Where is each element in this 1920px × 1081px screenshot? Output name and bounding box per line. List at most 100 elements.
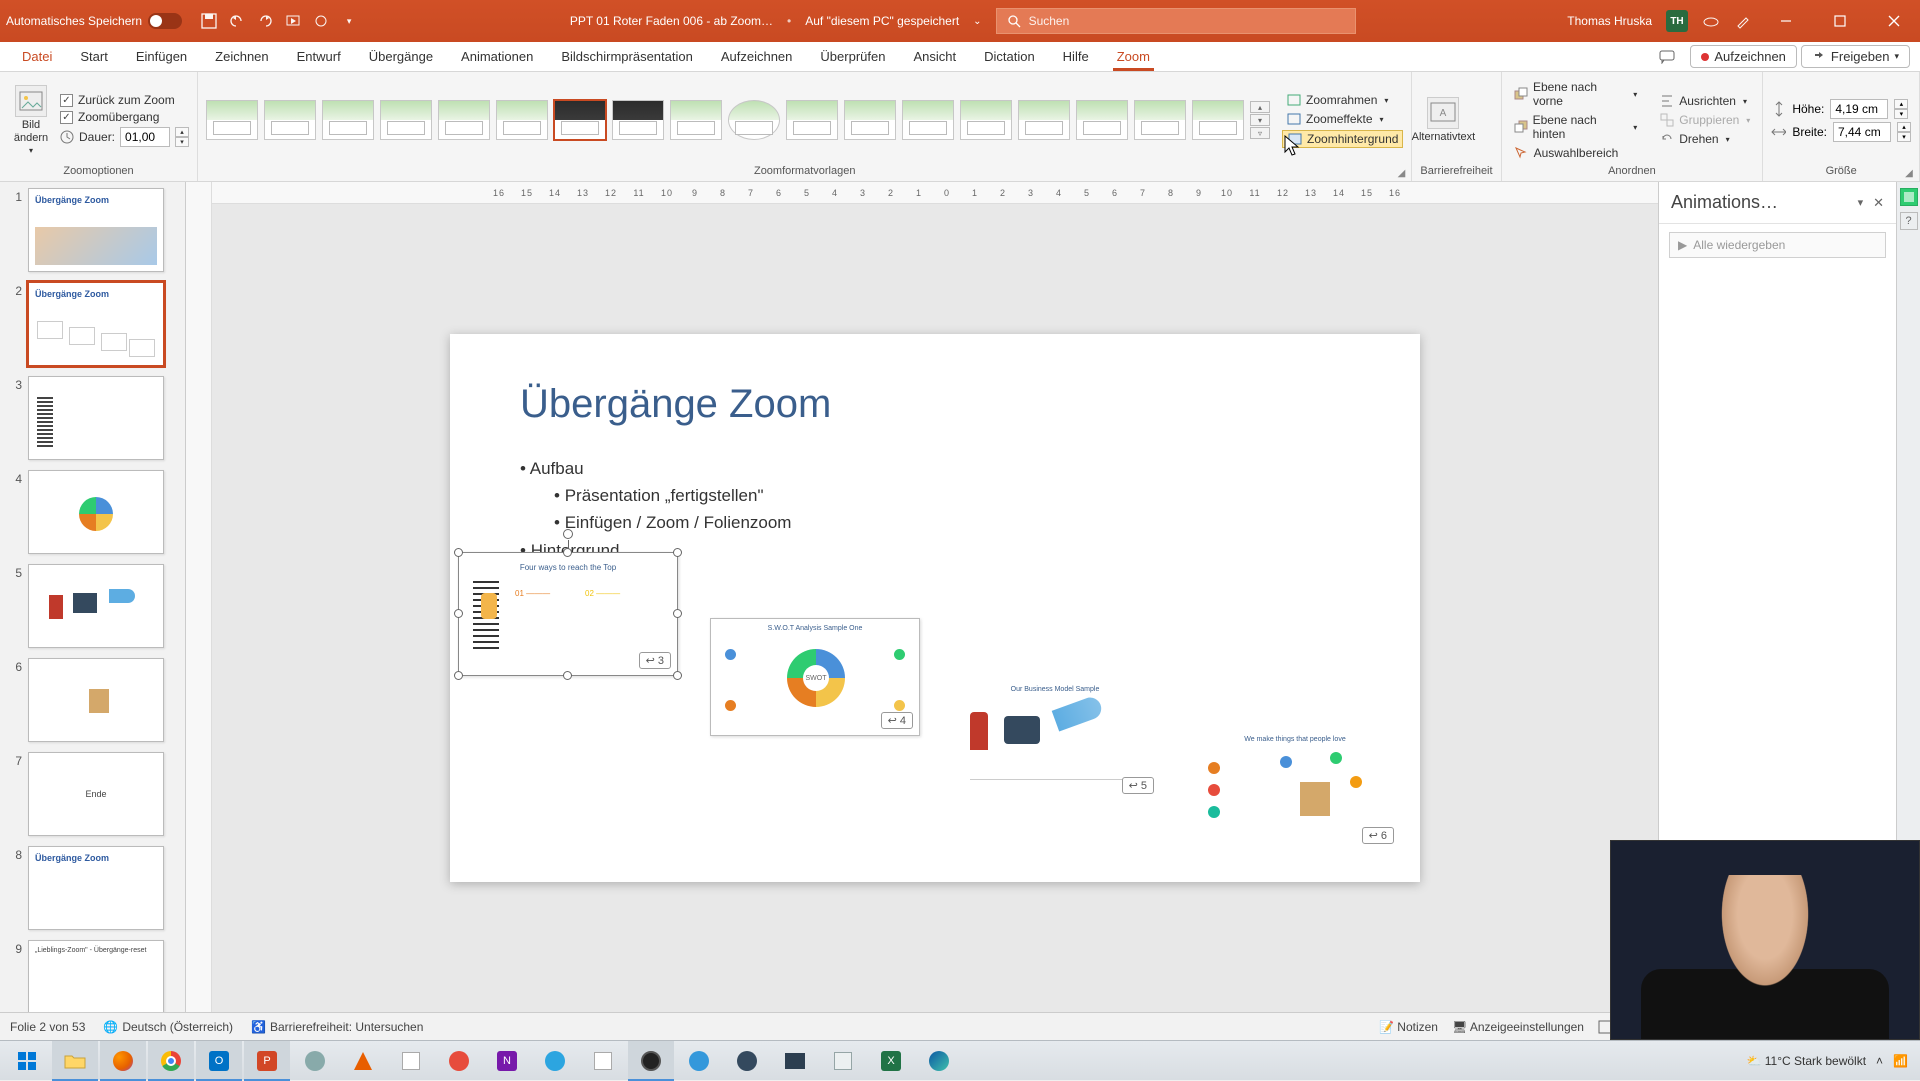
taskbar-outlook[interactable]: O bbox=[196, 1041, 242, 1081]
gallery-scroll[interactable]: ▴▾▿ bbox=[1250, 101, 1270, 139]
comments-button[interactable] bbox=[1648, 46, 1686, 68]
canvas[interactable]: 1615141312111098765432101234567891011121… bbox=[212, 182, 1658, 1012]
alt-text-button[interactable]: A Alternativtext bbox=[1420, 97, 1466, 143]
resize-handle-sw[interactable] bbox=[454, 671, 463, 680]
duration-input[interactable] bbox=[120, 127, 170, 147]
chevron-down-icon[interactable]: ▾ bbox=[1858, 196, 1864, 209]
display-settings-button[interactable]: 🖥 Anzeigeeinstellungen bbox=[1452, 1020, 1584, 1034]
taskbar-app-8[interactable] bbox=[820, 1041, 866, 1081]
minimize-button[interactable] bbox=[1766, 6, 1806, 36]
style-preset-4[interactable] bbox=[380, 100, 432, 140]
taskbar-app-6[interactable] bbox=[724, 1041, 770, 1081]
thumbnail-4[interactable] bbox=[28, 470, 164, 554]
thumbnail-5[interactable] bbox=[28, 564, 164, 648]
thumbnail-8[interactable]: Übergänge Zoom bbox=[28, 846, 164, 930]
notes-button[interactable]: 📝 Notizen bbox=[1379, 1020, 1438, 1034]
style-preset-8[interactable] bbox=[612, 100, 664, 140]
tab-transitions[interactable]: Übergänge bbox=[355, 42, 447, 71]
slide-thumbnails[interactable]: 1Übergänge Zoom 2Übergänge Zoom 3 4 5 6 … bbox=[0, 182, 186, 1012]
style-preset-10[interactable] bbox=[728, 100, 780, 140]
zoom-transition-checkbox[interactable]: ✓Zoomübergang bbox=[60, 110, 189, 124]
resize-handle-s[interactable] bbox=[563, 671, 572, 680]
slide-counter[interactable]: Folie 2 von 53 bbox=[10, 1020, 85, 1034]
width-spinner[interactable]: ▴▾ bbox=[1897, 122, 1911, 142]
pen-icon[interactable] bbox=[1734, 12, 1752, 30]
taskbar-excel[interactable]: X bbox=[868, 1041, 914, 1081]
user-name[interactable]: Thomas Hruska bbox=[1567, 14, 1652, 28]
zoom-object-6[interactable]: We make things that people love ↩6 bbox=[1190, 732, 1400, 850]
style-preset-16[interactable] bbox=[1076, 100, 1128, 140]
rotate-handle[interactable] bbox=[563, 529, 573, 539]
taskbar-powerpoint[interactable]: P bbox=[244, 1041, 290, 1081]
width-field[interactable]: Breite:▴▾ bbox=[1771, 122, 1911, 142]
style-preset-1[interactable] bbox=[206, 100, 258, 140]
taskbar-app-1[interactable] bbox=[292, 1041, 338, 1081]
language-status[interactable]: 🌐Deutsch (Österreich) bbox=[103, 1020, 233, 1034]
dialog-launcher-size[interactable]: ◢ bbox=[1903, 167, 1915, 179]
tab-start[interactable]: Start bbox=[66, 42, 121, 71]
height-spinner[interactable]: ▴▾ bbox=[1894, 99, 1908, 119]
weather-widget[interactable]: ⛅ 11°C Stark bewölkt bbox=[1746, 1054, 1866, 1068]
thumbnail-6[interactable] bbox=[28, 658, 164, 742]
thumbnail-2[interactable]: Übergänge Zoom bbox=[28, 282, 164, 366]
autosave-toggle[interactable]: Automatisches Speichern bbox=[6, 13, 182, 29]
start-button[interactable] bbox=[4, 1041, 50, 1081]
taskbar-vlc[interactable] bbox=[340, 1041, 386, 1081]
help-button[interactable]: ? bbox=[1900, 212, 1918, 230]
tab-record[interactable]: Aufzeichnen bbox=[707, 42, 807, 71]
taskbar-app-2[interactable] bbox=[388, 1041, 434, 1081]
resize-handle-ne[interactable] bbox=[673, 548, 682, 557]
record-button[interactable]: Aufzeichnen bbox=[1690, 45, 1797, 68]
resize-handle-nw[interactable] bbox=[454, 548, 463, 557]
rotate-button[interactable]: Drehen▾ bbox=[1655, 131, 1754, 147]
taskbar-onenote[interactable]: N bbox=[484, 1041, 530, 1081]
taskbar-obs[interactable] bbox=[628, 1041, 674, 1081]
tab-file[interactable]: Datei bbox=[8, 42, 66, 71]
tray-chevron-icon[interactable]: ˄ bbox=[1876, 1054, 1883, 1068]
taskbar-app-7[interactable] bbox=[772, 1041, 818, 1081]
taskbar-app-4[interactable] bbox=[580, 1041, 626, 1081]
width-input[interactable] bbox=[1833, 122, 1891, 142]
tab-draw[interactable]: Zeichnen bbox=[201, 42, 282, 71]
accessibility-status[interactable]: ♿Barrierefreiheit: Untersuchen bbox=[251, 1020, 423, 1034]
style-preset-13[interactable] bbox=[902, 100, 954, 140]
close-button[interactable] bbox=[1874, 6, 1914, 36]
align-button[interactable]: Ausrichten▾ bbox=[1655, 93, 1754, 109]
taskbar-app-5[interactable] bbox=[676, 1041, 722, 1081]
tab-zoom[interactable]: Zoom bbox=[1103, 49, 1164, 64]
style-preset-3[interactable] bbox=[322, 100, 374, 140]
style-preset-17[interactable] bbox=[1134, 100, 1186, 140]
thumbnail-9[interactable]: „Lieblings-Zoom" - Übergänge-reset bbox=[28, 940, 164, 1012]
taskbar-telegram[interactable] bbox=[532, 1041, 578, 1081]
play-all-button[interactable]: ▶ Alle wiedergeben bbox=[1669, 232, 1886, 258]
tab-help[interactable]: Hilfe bbox=[1049, 42, 1103, 71]
selection-pane-button[interactable]: Auswahlbereich bbox=[1510, 145, 1642, 161]
chevron-down-icon[interactable]: ⌄ bbox=[973, 16, 981, 27]
tab-dictation[interactable]: Dictation bbox=[970, 42, 1049, 71]
change-image-button[interactable]: Bild ändern ▾ bbox=[8, 85, 54, 154]
maximize-button[interactable] bbox=[1820, 6, 1860, 36]
taskbar-chrome[interactable] bbox=[148, 1041, 194, 1081]
cloud-icon[interactable] bbox=[1702, 12, 1720, 30]
style-preset-9[interactable] bbox=[670, 100, 722, 140]
taskbar-edge[interactable] bbox=[916, 1041, 962, 1081]
zoom-object-4[interactable]: S.W.O.T Analysis Sample One SWOT ↩4 bbox=[710, 618, 920, 736]
tab-slideshow[interactable]: Bildschirmpräsentation bbox=[547, 42, 707, 71]
taskbar-app-3[interactable] bbox=[436, 1041, 482, 1081]
duration-spinner[interactable]: ▴▾ bbox=[175, 127, 189, 147]
height-field[interactable]: Höhe:▴▾ bbox=[1771, 99, 1911, 119]
style-preset-14[interactable] bbox=[960, 100, 1012, 140]
dialog-launcher-styles[interactable]: ◢ bbox=[1395, 167, 1407, 179]
thumbnail-1[interactable]: Übergänge Zoom bbox=[28, 188, 164, 272]
redo-icon[interactable] bbox=[256, 12, 274, 30]
resize-handle-w[interactable] bbox=[454, 609, 463, 618]
tab-design[interactable]: Entwurf bbox=[283, 42, 355, 71]
user-avatar[interactable]: TH bbox=[1666, 10, 1688, 32]
resize-handle-n[interactable] bbox=[563, 548, 572, 557]
thumbnail-3[interactable] bbox=[28, 376, 164, 460]
save-icon[interactable] bbox=[200, 12, 218, 30]
style-preset-2[interactable] bbox=[264, 100, 316, 140]
style-preset-7[interactable] bbox=[554, 100, 606, 140]
style-preset-11[interactable] bbox=[786, 100, 838, 140]
tab-animations[interactable]: Animationen bbox=[447, 42, 547, 71]
